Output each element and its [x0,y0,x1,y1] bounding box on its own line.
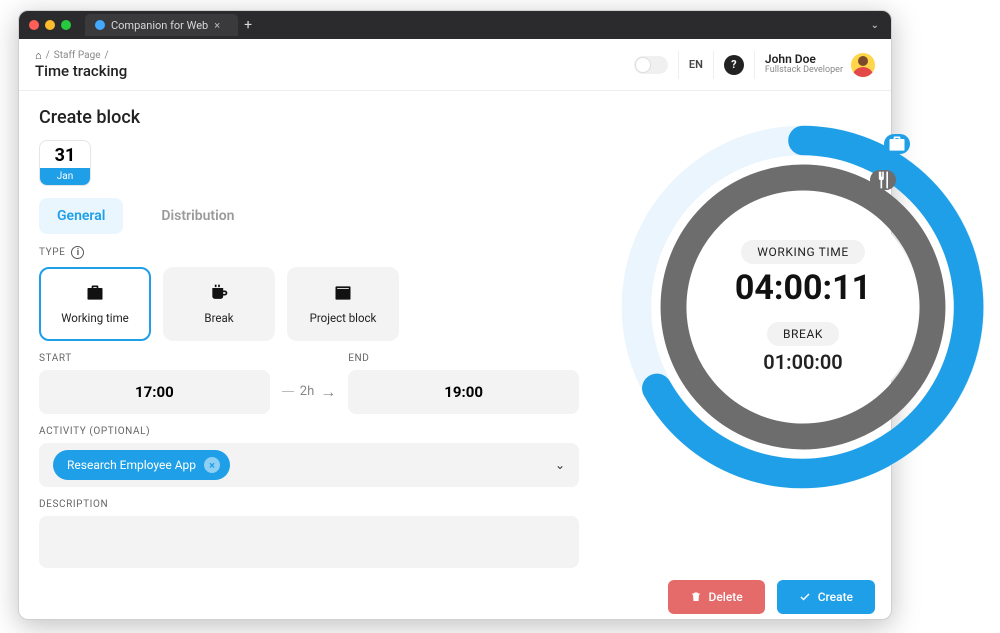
window-chevron-icon[interactable]: ⌄ [871,20,879,31]
window-controls [29,20,71,30]
trash-icon [690,591,702,603]
create-button[interactable]: Create [777,580,875,614]
coffee-icon [207,283,231,303]
new-tab-icon[interactable]: + [244,17,252,33]
type-break[interactable]: Break [163,267,275,341]
info-icon[interactable]: i [71,246,84,259]
delete-button[interactable]: Delete [668,580,765,614]
arrow-right-icon: → [320,382,336,402]
user-role: Fullstack Developer [765,66,843,76]
chevron-down-icon[interactable]: ⌄ [555,458,565,472]
date-month: Jan [40,168,90,185]
start-time-input[interactable]: 17:00 [39,370,270,414]
home-icon[interactable]: ⌂ [35,49,42,62]
type-project-block-label: Project block [310,311,377,325]
close-tab-icon[interactable]: × [214,19,220,32]
type-project-block[interactable]: Project block [287,267,399,341]
type-break-label: Break [204,311,233,325]
description-input[interactable] [39,516,579,568]
create-button-label: Create [818,590,853,604]
tab-general[interactable]: General [39,198,123,234]
type-working-time[interactable]: Working time [39,267,151,341]
avatar [851,53,875,77]
type-label: TYPE [39,247,65,258]
close-window-icon[interactable] [29,20,39,30]
tab-title: Companion for Web [111,19,208,32]
breadcrumb: ⌂ / Staff Page / [35,49,127,62]
app-header: ⌂ / Staff Page / Time tracking EN ? John… [19,39,891,91]
timer-center: WORKING TIME 04:00:11 BREAK 01:00:00 [618,122,988,492]
chip-remove-icon[interactable]: × [204,457,220,473]
activity-chip-label: Research Employee App [67,458,196,472]
end-time-input[interactable]: 19:00 [348,370,579,414]
language-switcher[interactable]: EN [689,58,703,71]
browser-tab[interactable]: Companion for Web × [85,14,238,36]
date-day: 31 [40,141,90,168]
check-icon [799,591,811,603]
activity-label: ACTIVITY (OPTIONAL) [39,426,579,437]
description-label: DESCRIPTION [39,499,579,510]
activity-select[interactable]: Research Employee App × ⌄ [39,443,579,487]
delete-button-label: Delete [709,590,743,604]
maximize-window-icon[interactable] [61,20,71,30]
working-time-value: 04:00:11 [735,268,871,308]
duration-value: 2h [300,384,314,399]
break-value: 01:00:00 [763,350,842,374]
tab-favicon-icon [95,20,105,30]
theme-toggle[interactable] [634,56,668,74]
duration-indicator: 2h → [282,382,336,402]
timer-ring: WORKING TIME 04:00:11 BREAK 01:00:00 [618,122,988,492]
page-title: Time tracking [35,62,127,80]
browser-titlebar: Companion for Web × + ⌄ [19,11,891,39]
briefcase-icon [83,283,107,303]
type-working-time-label: Working time [61,311,129,325]
break-label: BREAK [767,322,839,346]
help-icon[interactable]: ? [724,55,744,75]
tab-distribution[interactable]: Distribution [143,198,252,234]
minimize-window-icon[interactable] [45,20,55,30]
start-label: START [39,353,270,364]
end-label: END [348,353,579,364]
activity-chip: Research Employee App × [53,450,230,480]
breadcrumb-item[interactable]: Staff Page [54,50,101,61]
user-menu[interactable]: John Doe Fullstack Developer [765,53,875,77]
project-icon [331,283,355,303]
working-time-label: WORKING TIME [741,240,865,264]
date-card[interactable]: 31 Jan [39,140,91,186]
